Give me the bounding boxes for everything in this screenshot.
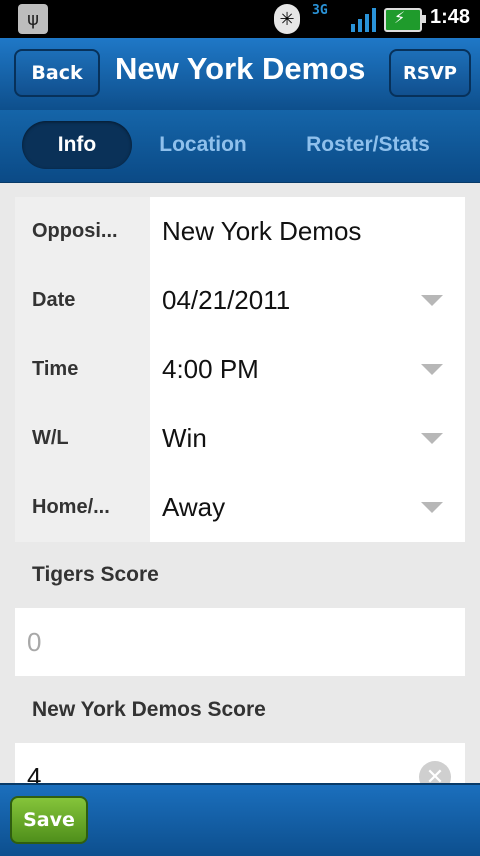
signal-icon xyxy=(351,8,376,32)
rsvp-button[interactable]: RSVP xyxy=(389,49,471,97)
clear-icon[interactable]: ✕ xyxy=(419,761,451,783)
battery-icon: ⚡ xyxy=(384,8,426,32)
tab-bar: Info Location Roster/Stats xyxy=(0,110,480,183)
bottom-toolbar: Save xyxy=(0,783,480,856)
row-label: W/L xyxy=(32,427,69,449)
header-bar: Back New York Demos RSVP xyxy=(0,38,480,111)
usb-icon: ψ xyxy=(18,4,48,34)
opponent-row[interactable]: Opposi... New York Demos xyxy=(15,197,465,266)
tigers-score-placeholder: 0 xyxy=(27,626,42,657)
tab-location[interactable]: Location xyxy=(148,121,258,169)
row-label: Time xyxy=(32,358,79,380)
win-loss-row[interactable]: W/L Win xyxy=(15,404,465,473)
dropdown-arrow-icon[interactable] xyxy=(421,433,443,444)
opponent-score-label: New York Demos Score xyxy=(32,698,266,721)
tab-info[interactable]: Info xyxy=(22,121,132,169)
content-area: Opposi... New York Demos Date 04/21/2011… xyxy=(0,183,480,783)
home-away-value[interactable]: Away xyxy=(162,473,225,542)
time-row[interactable]: Time 4:00 PM xyxy=(15,335,465,404)
row-label: Opposi... xyxy=(32,220,118,242)
tigers-score-label: Tigers Score xyxy=(32,563,159,586)
status-bar: ψ ✳ 3G ⚡ 1:48 xyxy=(0,0,480,38)
dropdown-arrow-icon[interactable] xyxy=(421,502,443,513)
dropdown-arrow-icon[interactable] xyxy=(421,364,443,375)
tigers-score-input[interactable]: 0 xyxy=(15,608,465,676)
tab-roster-stats[interactable]: Roster/Stats xyxy=(290,121,446,169)
bluetooth-icon: ✳ xyxy=(274,4,300,34)
opponent-score-value: 4 xyxy=(27,761,42,784)
dropdown-arrow-icon[interactable] xyxy=(421,295,443,306)
row-label: Home/... xyxy=(32,496,110,518)
win-loss-value[interactable]: Win xyxy=(162,404,207,473)
home-away-row[interactable]: Home/... Away xyxy=(15,473,465,542)
clock: 1:48 xyxy=(429,6,470,28)
game-details-form: Opposi... New York Demos Date 04/21/2011… xyxy=(15,197,465,542)
opponent-value[interactable]: New York Demos xyxy=(162,197,361,266)
row-label: Date xyxy=(32,289,76,311)
save-button[interactable]: Save xyxy=(10,796,88,844)
page-title: New York Demos xyxy=(115,51,366,86)
date-value[interactable]: 04/21/2011 xyxy=(162,266,290,335)
back-button[interactable]: Back xyxy=(14,49,100,97)
date-row[interactable]: Date 04/21/2011 xyxy=(15,266,465,335)
opponent-score-input[interactable]: 4 ✕ xyxy=(15,743,465,783)
network-type: 3G xyxy=(312,3,328,18)
time-value[interactable]: 4:00 PM xyxy=(162,335,259,404)
